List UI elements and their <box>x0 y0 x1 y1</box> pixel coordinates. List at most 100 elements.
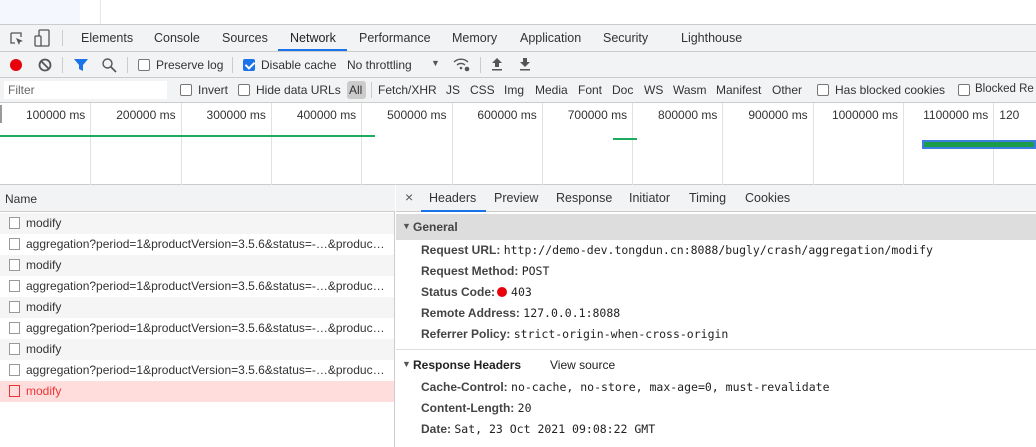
request-row[interactable]: modify <box>0 339 394 360</box>
throttling-select[interactable]: No throttling <box>347 58 412 72</box>
has-blocked-cookies-checkbox[interactable] <box>817 84 829 96</box>
header-item: Remote Address: 127.0.0.1:8088 <box>421 306 620 320</box>
tab-lighthouse[interactable]: Lighthouse <box>681 31 742 45</box>
overview-timeline[interactable]: 100000 ms 200000 ms 300000 ms 400000 ms 5000… <box>0 103 1036 185</box>
disable-cache-label: Disable cache <box>261 58 337 72</box>
type-filter-font[interactable]: Font <box>578 83 602 97</box>
hide-data-urls-checkbox[interactable] <box>238 84 250 96</box>
request-bar-selected <box>922 140 1036 149</box>
type-filter-ws[interactable]: WS <box>644 83 663 97</box>
tab-security[interactable]: Security <box>603 31 648 45</box>
type-filter-doc[interactable]: Doc <box>612 83 633 97</box>
active-tab-indicator <box>421 210 486 212</box>
tab-elements[interactable]: Elements <box>81 31 133 45</box>
devtools-tabbar: Elements Console Sources Network Perform… <box>0 24 1036 52</box>
blocked-requests-label: Blocked Re <box>975 83 1034 95</box>
request-row[interactable]: modify <box>0 255 394 276</box>
header-item: Date: Sat, 23 Oct 2021 09:08:22 GMT <box>421 422 655 436</box>
separator <box>371 82 372 98</box>
preserve-log-checkbox[interactable] <box>138 59 150 71</box>
tab-application[interactable]: Application <box>520 31 581 45</box>
clear-icon[interactable] <box>38 58 52 72</box>
timeline-tick-label: 600000 ms <box>477 108 537 122</box>
request-row[interactable]: aggregation?period=1&productVersion=3.5.… <box>0 360 394 381</box>
triangle-down-icon: ▼ <box>402 359 411 369</box>
inspect-element-icon[interactable] <box>9 31 25 47</box>
close-icon[interactable]: × <box>405 189 413 205</box>
header-value: POST <box>521 264 550 278</box>
request-bar <box>0 135 375 137</box>
import-har-icon[interactable] <box>491 57 503 71</box>
request-name: aggregation?period=1&productVersion=3.5.… <box>26 321 385 335</box>
document-icon <box>9 364 20 376</box>
document-icon <box>9 322 20 334</box>
detail-tab-preview[interactable]: Preview <box>494 191 538 205</box>
detail-tab-headers[interactable]: Headers <box>429 191 476 205</box>
type-filter-other[interactable]: Other <box>772 83 802 97</box>
timeline-tick-label: 300000 ms <box>206 108 266 122</box>
header-value: no-cache, no-store, max-age=0, must-reva… <box>511 380 830 394</box>
tab-sources[interactable]: Sources <box>222 31 268 45</box>
request-row[interactable]: aggregation?period=1&productVersion=3.5.… <box>0 318 394 339</box>
filter-input[interactable]: Filter <box>4 81 167 99</box>
export-har-icon[interactable] <box>519 57 531 71</box>
timeline-tick-label: 500000 ms <box>387 108 447 122</box>
general-section-header[interactable]: ▼ General <box>396 214 1036 240</box>
detail-tab-cookies[interactable]: Cookies <box>745 191 790 205</box>
name-column-header[interactable]: Name <box>0 185 395 212</box>
document-icon <box>9 343 20 355</box>
device-toolbar-icon[interactable] <box>34 29 50 47</box>
document-icon <box>9 238 20 250</box>
type-filter-wasm[interactable]: Wasm <box>673 83 707 97</box>
record-icon[interactable] <box>9 58 23 72</box>
request-name: modify <box>26 300 62 314</box>
network-conditions-icon[interactable] <box>453 57 471 72</box>
header-key: Date: <box>421 422 452 436</box>
request-row[interactable]: aggregation?period=1&productVersion=3.5.… <box>0 234 394 255</box>
request-name: modify <box>26 258 62 272</box>
tab-console[interactable]: Console <box>154 31 200 45</box>
detail-tab-initiator[interactable]: Initiator <box>629 191 670 205</box>
separator <box>62 30 63 46</box>
request-name: aggregation?period=1&productVersion=3.5.… <box>26 237 385 251</box>
type-filter-all-label: All <box>349 83 363 97</box>
name-column-label: Name <box>5 192 38 206</box>
header-value: Sat, 23 Oct 2021 09:08:22 GMT <box>454 422 656 436</box>
page-sidebar <box>0 0 80 24</box>
type-filter-img[interactable]: Img <box>504 83 524 97</box>
request-row[interactable]: modify <box>0 213 394 234</box>
detail-tab-timing[interactable]: Timing <box>689 191 726 205</box>
type-filter-media[interactable]: Media <box>535 83 568 97</box>
detail-tab-response[interactable]: Response <box>556 191 612 205</box>
type-filter-js[interactable]: JS <box>446 83 460 97</box>
type-filter-css[interactable]: CSS <box>470 83 495 97</box>
detail-tabbar: × Headers Preview Response Initiator Tim… <box>396 185 1036 212</box>
disable-cache-checkbox[interactable] <box>243 59 255 71</box>
search-icon[interactable] <box>101 57 117 73</box>
filter-icon[interactable] <box>73 58 89 72</box>
timeline-tick-label: 400000 ms <box>296 108 357 122</box>
header-item: Request Method: POST <box>421 264 549 278</box>
blocked-requests-checkbox[interactable] <box>958 84 970 96</box>
tab-performance[interactable]: Performance <box>359 31 431 45</box>
response-headers-section-header[interactable]: ▼ Response Headers View source <box>396 356 1036 382</box>
view-source-link[interactable]: View source <box>550 358 615 372</box>
type-filter-manifest[interactable]: Manifest <box>716 83 761 97</box>
chevron-down-icon[interactable]: ▼ <box>431 58 440 68</box>
request-row[interactable]: modify <box>0 381 394 402</box>
invert-label: Invert <box>198 83 229 97</box>
timeline-tick-label: 900000 ms <box>748 108 808 122</box>
invert-checkbox[interactable] <box>180 84 192 96</box>
document-icon <box>9 259 20 271</box>
section-divider <box>396 349 1036 350</box>
header-key: Referrer Policy: <box>421 327 511 341</box>
request-row[interactable]: aggregation?period=1&productVersion=3.5.… <box>0 276 394 297</box>
preserve-log-label: Preserve log <box>156 58 224 72</box>
document-icon <box>9 385 20 397</box>
type-filter-fetch-xhr[interactable]: Fetch/XHR <box>378 83 437 97</box>
tab-memory[interactable]: Memory <box>452 31 497 45</box>
separator <box>62 57 63 73</box>
request-row[interactable]: modify <box>0 297 394 318</box>
tab-network[interactable]: Network <box>290 31 336 45</box>
type-filter-all[interactable]: All <box>347 81 366 99</box>
